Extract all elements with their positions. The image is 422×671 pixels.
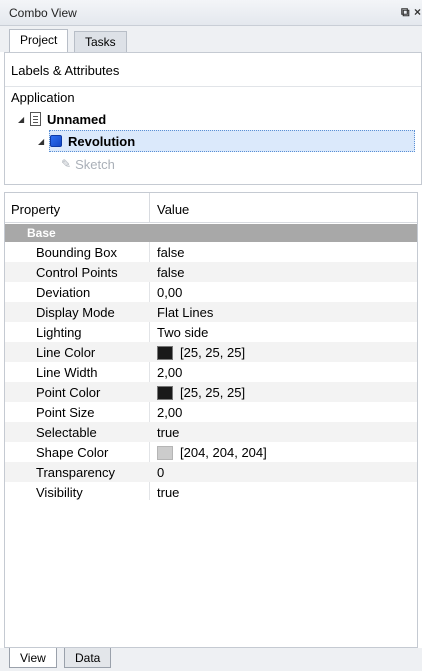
property-column-header[interactable]: Property: [11, 202, 60, 217]
tree-item-unnamed[interactable]: ◢ Unnamed: [18, 108, 106, 130]
expand-arrow-icon[interactable]: ◢: [38, 137, 50, 146]
tree-item-sketch[interactable]: ✎ Sketch: [61, 153, 115, 175]
tab-view-label: View: [20, 651, 46, 665]
sketch-icon: ✎: [61, 157, 72, 171]
property-row[interactable]: Selectable true: [5, 422, 417, 442]
tab-data[interactable]: Data: [64, 648, 112, 668]
property-row[interactable]: Visibility true: [5, 482, 417, 502]
color-swatch[interactable]: [157, 345, 173, 360]
window-title: Combo View: [9, 6, 77, 20]
close-icon[interactable]: ×: [414, 5, 421, 19]
value-text: [204, 204, 204]: [180, 445, 267, 460]
tab-view[interactable]: View: [9, 648, 57, 668]
property-name: Lighting: [36, 325, 82, 340]
property-name: Shape Color: [36, 445, 109, 460]
color-swatch[interactable]: [157, 385, 173, 400]
value-column-header[interactable]: Value: [157, 202, 189, 217]
tree-item-revolution[interactable]: ◢ Revolution: [38, 130, 135, 152]
property-name: Bounding Box: [36, 245, 117, 260]
title-bar: Combo View ⧉ ×: [0, 0, 422, 26]
property-name: Deviation: [36, 285, 91, 300]
value-text: 2,00: [157, 365, 183, 380]
property-value[interactable]: true: [157, 485, 179, 500]
property-value[interactable]: 0: [157, 465, 164, 480]
property-name: Point Size: [36, 405, 95, 420]
labels-attributes-label: Labels & Attributes: [11, 63, 120, 78]
property-name: Line Color: [36, 345, 96, 360]
property-name: Visibility: [36, 485, 83, 500]
property-panel: Property Value Base Bounding Box false C…: [4, 192, 418, 648]
value-text: false: [157, 265, 185, 280]
property-value[interactable]: true: [157, 425, 179, 440]
property-row[interactable]: Point Color [25, 25, 25]: [5, 382, 417, 402]
expand-arrow-icon[interactable]: ◢: [18, 115, 30, 124]
property-row[interactable]: Bounding Box false: [5, 242, 417, 262]
value-text: Two side: [157, 325, 209, 340]
value-text: [25, 25, 25]: [180, 345, 246, 360]
tab-project[interactable]: Project: [9, 29, 69, 52]
divider: [5, 86, 421, 87]
property-value[interactable]: [204, 204, 204]: [157, 445, 267, 460]
revolution-cube-icon: [50, 135, 62, 147]
property-value[interactable]: Flat Lines: [157, 305, 213, 320]
property-row[interactable]: Line Width 2,00: [5, 362, 417, 382]
property-value[interactable]: 2,00: [157, 405, 182, 420]
property-row[interactable]: Display Mode Flat Lines: [5, 302, 417, 322]
property-value[interactable]: false: [157, 265, 184, 280]
group-label: Base: [27, 226, 56, 240]
value-text: false: [157, 245, 185, 260]
tree-item-label: Revolution: [68, 133, 136, 149]
property-name: Control Points: [36, 265, 118, 280]
property-row[interactable]: Line Color [25, 25, 25]: [5, 342, 417, 362]
tree-panel: Labels & Attributes Application ◢ Unname…: [4, 52, 422, 185]
bottom-tab-bar: View Data: [0, 648, 422, 671]
document-icon: [30, 112, 41, 126]
tab-tasks-label: Tasks: [85, 35, 116, 49]
property-name: Point Color: [36, 385, 101, 400]
property-row[interactable]: Point Size 2,00: [5, 402, 417, 422]
property-row[interactable]: Lighting Two side: [5, 322, 417, 342]
value-text: 0,00: [157, 285, 183, 300]
top-tab-bar: Project Tasks: [0, 26, 422, 52]
tab-project-label: Project: [20, 33, 58, 47]
property-header: Property Value: [5, 193, 417, 223]
column-divider[interactable]: [149, 193, 150, 223]
color-swatch[interactable]: [157, 445, 173, 460]
property-name: Line Width: [36, 365, 98, 380]
property-value[interactable]: [25, 25, 25]: [157, 385, 245, 400]
property-row[interactable]: Transparency 0: [5, 462, 417, 482]
property-value[interactable]: [25, 25, 25]: [157, 345, 245, 360]
property-row[interactable]: Control Points false: [5, 262, 417, 282]
application-label: Application: [11, 90, 75, 105]
value-text: true: [157, 485, 180, 500]
float-icon[interactable]: ⧉: [401, 5, 410, 20]
value-text: true: [157, 425, 180, 440]
tab-data-label: Data: [75, 651, 101, 665]
property-name: Transparency: [36, 465, 115, 480]
property-value[interactable]: false: [157, 245, 184, 260]
value-text: 0: [157, 465, 165, 480]
property-value[interactable]: Two side: [157, 325, 208, 340]
property-name: Display Mode: [36, 305, 115, 320]
tree-item-label: Unnamed: [47, 111, 107, 127]
property-row[interactable]: Shape Color [204, 204, 204]: [5, 442, 417, 462]
tab-tasks[interactable]: Tasks: [74, 31, 127, 52]
group-row-base[interactable]: Base: [5, 224, 417, 242]
value-text: Flat Lines: [157, 305, 214, 320]
value-text: 2,00: [157, 405, 183, 420]
value-text: [25, 25, 25]: [180, 385, 246, 400]
property-value[interactable]: 2,00: [157, 365, 182, 380]
tree-item-label: Sketch: [75, 156, 115, 172]
property-value[interactable]: 0,00: [157, 285, 182, 300]
property-row[interactable]: Deviation 0,00: [5, 282, 417, 302]
property-name: Selectable: [36, 425, 97, 440]
